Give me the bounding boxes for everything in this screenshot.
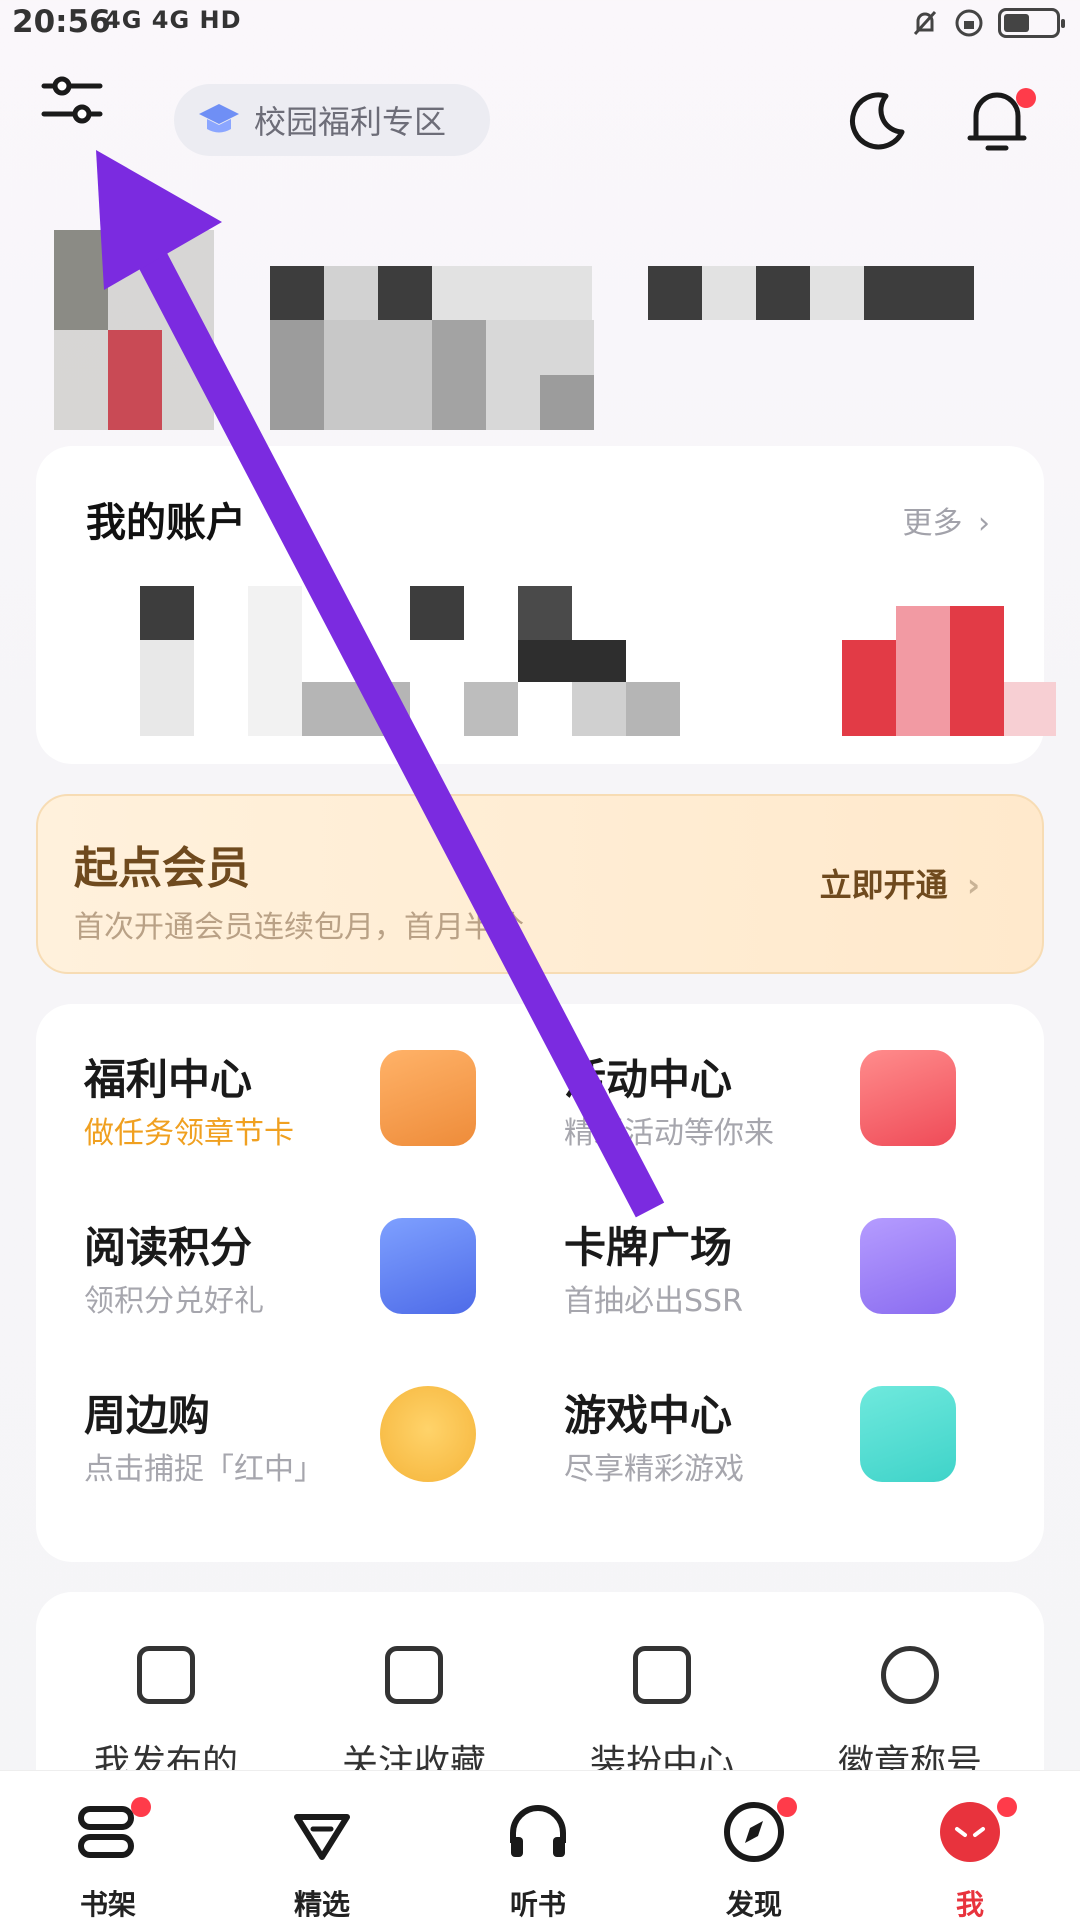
bookshelf-icon bbox=[75, 1797, 151, 1865]
diamond-icon bbox=[289, 1799, 355, 1865]
more-label: 更多 bbox=[902, 506, 963, 541]
signal-icons: 4G 4G HD bbox=[104, 6, 242, 34]
nav-label: 书架 bbox=[79, 1888, 136, 1920]
night-mode-button[interactable] bbox=[840, 84, 912, 156]
card-stack-icon bbox=[860, 1218, 956, 1314]
profile-blurred-area[interactable] bbox=[54, 220, 974, 430]
rotation-lock-icon bbox=[955, 9, 983, 37]
nav-bookshelf[interactable]: 书架 bbox=[48, 1797, 168, 1920]
badge-star-icon bbox=[881, 1646, 939, 1704]
vip-open-button[interactable]: 立即开通 › bbox=[820, 860, 980, 906]
chevron-right-icon: › bbox=[978, 506, 990, 541]
account-title: 我的账户 bbox=[86, 500, 246, 546]
grid-item-subtitle: 领积分兑好礼 bbox=[84, 1284, 264, 1319]
vip-membership-card[interactable]: 起点会员 首次开通会员连续包月，首月半价 立即开通 › bbox=[36, 794, 1044, 974]
cat-mascot-icon bbox=[380, 1386, 476, 1482]
nav-badge-dot bbox=[777, 1797, 797, 1817]
pixelated-account-values bbox=[140, 586, 1056, 736]
tool-badges-titles[interactable]: 徽章称号 bbox=[810, 1646, 1010, 1786]
feature-grid-card: 福利中心 做任务领章节卡 活动中心 精彩活动等你来 阅读积分 领积分兑好礼 卡牌… bbox=[36, 1004, 1044, 1562]
nav-label: 精选 bbox=[293, 1888, 350, 1920]
grid-item-game-center[interactable]: 游戏中心 尽享精彩游戏 bbox=[516, 1340, 996, 1490]
grid-item-title: 福利中心 bbox=[84, 1055, 253, 1104]
grid-item-subtitle: 首抽必出SSR bbox=[564, 1284, 743, 1319]
shirt-icon bbox=[633, 1646, 691, 1704]
account-card: 我的账户 更多 › bbox=[36, 446, 1056, 764]
campus-welfare-chip[interactable]: 校园福利专区 bbox=[174, 84, 490, 156]
grid-item-title: 周边购 bbox=[84, 1391, 211, 1440]
nav-featured[interactable]: 精选 bbox=[262, 1799, 382, 1920]
grid-item-merch-shop[interactable]: 周边购 点击捕捉「红中」 bbox=[36, 1340, 516, 1490]
nav-badge-dot bbox=[131, 1797, 151, 1817]
grid-item-subtitle: 精彩活动等你来 bbox=[564, 1116, 774, 1151]
nav-audiobooks[interactable]: 听书 bbox=[478, 1799, 598, 1920]
grid-item-title: 活动中心 bbox=[564, 1055, 733, 1104]
nav-label: 听书 bbox=[509, 1888, 566, 1920]
gamepad-icon bbox=[860, 1386, 956, 1482]
grid-item-reading-points[interactable]: 阅读积分 领积分兑好礼 bbox=[36, 1172, 516, 1322]
nav-badge-dot bbox=[997, 1797, 1017, 1817]
status-right-icons bbox=[910, 8, 1065, 38]
grid-item-subtitle: 尽享精彩游戏 bbox=[564, 1452, 744, 1487]
grid-item-title: 阅读积分 bbox=[84, 1223, 253, 1272]
graduation-cap-icon bbox=[199, 104, 239, 133]
campus-label: 校园福利专区 bbox=[254, 103, 447, 141]
compass-icon bbox=[721, 1797, 797, 1865]
vip-subtitle: 首次开通会员连续包月，首月半价 bbox=[74, 910, 524, 945]
document-icon bbox=[137, 1646, 195, 1704]
notification-dot bbox=[1016, 88, 1036, 108]
status-time: 20:56 bbox=[12, 4, 111, 40]
pixelated-profile bbox=[54, 230, 974, 430]
gift-box-icon bbox=[860, 1050, 956, 1146]
grid-item-activity-center[interactable]: 活动中心 精彩活动等你来 bbox=[516, 1004, 996, 1154]
settings-button[interactable] bbox=[40, 70, 104, 134]
tool-dress-up-center[interactable]: 装扮中心 bbox=[562, 1646, 762, 1786]
wallet-icon bbox=[380, 1050, 476, 1146]
nav-label: 我 bbox=[955, 1888, 984, 1920]
chevron-right-icon: › bbox=[966, 866, 980, 904]
vip-cta-label: 立即开通 bbox=[819, 866, 948, 904]
headphones-icon bbox=[505, 1799, 571, 1865]
tool-follow-favorites[interactable]: 关注收藏 bbox=[314, 1646, 514, 1786]
battery-icon bbox=[998, 8, 1065, 38]
vip-title: 起点会员 bbox=[74, 843, 250, 894]
nav-discover[interactable]: 发现 bbox=[694, 1797, 814, 1920]
me-avatar-icon bbox=[937, 1797, 1017, 1865]
sliders-icon bbox=[41, 76, 103, 124]
grid-item-title: 游戏中心 bbox=[564, 1391, 733, 1440]
grid-item-subtitle: 点击捕捉「红中」 bbox=[84, 1452, 324, 1487]
tool-my-posts[interactable]: 我发布的 bbox=[66, 1646, 266, 1786]
bottom-nav: 书架 精选 听书 发现 我 bbox=[0, 1770, 1080, 1920]
check-bookmark-icon bbox=[385, 1646, 443, 1704]
grid-item-welfare-center[interactable]: 福利中心 做任务领章节卡 bbox=[36, 1004, 516, 1154]
nav-label: 发现 bbox=[725, 1888, 782, 1920]
grid-item-subtitle: 做任务领章节卡 bbox=[84, 1116, 294, 1151]
grid-item-title: 卡牌广场 bbox=[564, 1223, 733, 1272]
account-more-link[interactable]: 更多 › bbox=[902, 498, 990, 542]
grid-item-card-plaza[interactable]: 卡牌广场 首抽必出SSR bbox=[516, 1172, 996, 1322]
moon-icon bbox=[850, 92, 905, 150]
notification-button[interactable] bbox=[960, 82, 1036, 156]
nav-me[interactable]: 我 bbox=[910, 1797, 1030, 1920]
mute-bell-icon bbox=[913, 10, 937, 36]
book-coin-icon bbox=[380, 1218, 476, 1314]
status-bar: 20:56 4G 4G HD bbox=[0, 0, 1080, 56]
